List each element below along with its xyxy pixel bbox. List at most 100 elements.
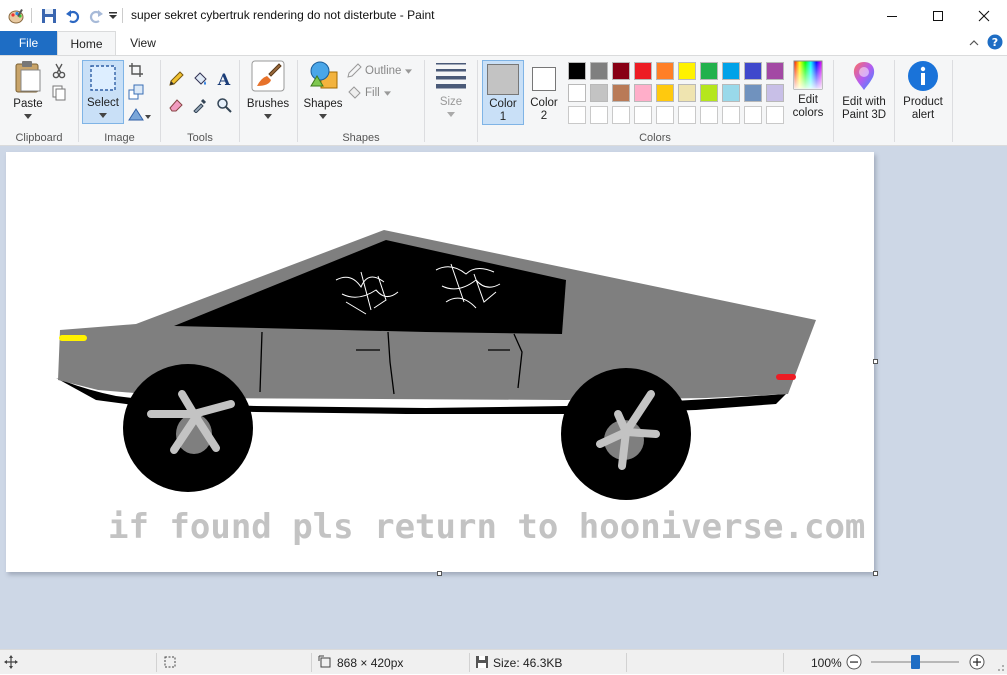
- palette-swatch[interactable]: [612, 84, 630, 102]
- color-wheel-icon: [793, 60, 823, 90]
- select-button[interactable]: Select: [82, 60, 124, 124]
- headlight: [59, 335, 87, 341]
- palette-swatch[interactable]: [700, 62, 718, 80]
- custom-color-slot[interactable]: [656, 106, 674, 124]
- close-button[interactable]: [961, 0, 1007, 31]
- fill-bucket-icon[interactable]: [191, 70, 209, 88]
- resize-icon[interactable]: [127, 83, 145, 101]
- rotate-icon[interactable]: [127, 105, 153, 123]
- custom-color-slot[interactable]: [590, 106, 608, 124]
- maximize-icon: [933, 10, 943, 21]
- title-separator: [31, 8, 32, 23]
- brushes-label: Brushes: [246, 98, 290, 110]
- palette-swatch[interactable]: [568, 84, 586, 102]
- palette-swatch[interactable]: [678, 62, 696, 80]
- palette-swatch[interactable]: [744, 84, 762, 102]
- product-alert-button[interactable]: Product alert: [898, 60, 948, 124]
- color2-button[interactable]: Color 2: [524, 60, 564, 125]
- custom-color-slot[interactable]: [744, 106, 762, 124]
- palette-swatch[interactable]: [656, 84, 674, 102]
- eraser-icon[interactable]: [167, 96, 185, 114]
- group-separator: [894, 60, 895, 142]
- resize-grip-icon[interactable]: [993, 660, 1005, 675]
- size-lines-icon: [436, 63, 466, 89]
- pencil-icon[interactable]: [167, 70, 185, 88]
- palette-swatch[interactable]: [744, 62, 762, 80]
- color1-label: Color: [489, 98, 517, 110]
- palette-swatch[interactable]: [612, 62, 630, 80]
- palette-swatch[interactable]: [678, 84, 696, 102]
- custom-color-slot[interactable]: [568, 106, 586, 124]
- magnifier-icon[interactable]: [215, 96, 233, 114]
- tab-home[interactable]: Home: [57, 31, 116, 56]
- custom-color-slot[interactable]: [678, 106, 696, 124]
- color1-button[interactable]: Color 1: [482, 60, 524, 125]
- cut-icon[interactable]: [50, 62, 68, 80]
- paste-icon: [15, 61, 41, 93]
- canvas-resize-handle-bottom[interactable]: [437, 571, 442, 576]
- customize-chevron-icon[interactable]: [106, 6, 120, 26]
- zoom-slider-track[interactable]: [871, 655, 959, 669]
- status-separator: [156, 653, 157, 672]
- outline-pen-icon: [347, 63, 362, 78]
- canvas-resize-handle-right[interactable]: [873, 359, 878, 364]
- palette-swatch[interactable]: [634, 62, 652, 80]
- palette-swatch[interactable]: [656, 62, 674, 80]
- zoom-slider-thumb[interactable]: [910, 655, 920, 669]
- fill-button[interactable]: Fill: [346, 85, 391, 101]
- crop-icon[interactable]: [127, 61, 145, 79]
- undo-icon[interactable]: [62, 6, 84, 26]
- zoom-out-button[interactable]: [846, 654, 862, 673]
- custom-color-slot[interactable]: [612, 106, 630, 124]
- paste-label: Paste: [13, 98, 43, 110]
- paint-app-icon[interactable]: [6, 6, 28, 26]
- drawing-canvas[interactable]: if found pls return to hooniverse.com: [6, 152, 874, 572]
- custom-color-slot[interactable]: [634, 106, 652, 124]
- shapes-label: Shapes: [303, 98, 343, 110]
- help-icon[interactable]: ?: [987, 34, 1003, 50]
- close-icon: [978, 10, 990, 21]
- save-icon[interactable]: [38, 6, 60, 26]
- product-alert-label-2: alert: [911, 109, 935, 121]
- plus-icon: [969, 654, 985, 670]
- redo-icon[interactable]: [85, 6, 107, 26]
- edit-with-paint3d-button[interactable]: Edit with Paint 3D: [837, 60, 891, 124]
- edit-colors-button[interactable]: Edit colors: [786, 60, 830, 124]
- copy-icon[interactable]: [50, 84, 68, 102]
- canvas-resize-handle-corner[interactable]: [873, 571, 878, 576]
- minimize-button[interactable]: [869, 0, 915, 31]
- tab-view[interactable]: View: [116, 31, 170, 55]
- outline-button[interactable]: Outline: [346, 63, 413, 79]
- minus-icon: [846, 654, 862, 670]
- chevron-down-icon: [264, 114, 272, 119]
- canvas-caption: if found pls return to hooniverse.com: [108, 507, 865, 547]
- palette-swatch[interactable]: [766, 62, 784, 80]
- clipboard-group: Paste Clipboard: [0, 56, 78, 146]
- brushes-button[interactable]: Brushes: [244, 60, 292, 124]
- zoom-in-button[interactable]: [969, 654, 985, 673]
- custom-color-slot[interactable]: [722, 106, 740, 124]
- shapes-group-label: Shapes: [342, 132, 380, 144]
- paste-button[interactable]: Paste: [6, 60, 50, 124]
- text-tool-icon[interactable]: A: [215, 70, 233, 88]
- size-button[interactable]: Size: [429, 60, 473, 124]
- palette-swatch[interactable]: [722, 62, 740, 80]
- maximize-button[interactable]: [915, 0, 961, 31]
- palette-swatch[interactable]: [590, 62, 608, 80]
- select-label: Select: [87, 97, 119, 109]
- custom-color-slot[interactable]: [766, 106, 784, 124]
- palette-swatch[interactable]: [590, 84, 608, 102]
- palette-swatch[interactable]: [568, 62, 586, 80]
- tab-file[interactable]: File: [0, 31, 57, 55]
- palette-swatch[interactable]: [700, 84, 718, 102]
- color-picker-icon[interactable]: [191, 96, 209, 114]
- status-separator: [626, 653, 627, 672]
- palette-swatch[interactable]: [722, 84, 740, 102]
- shapes-group: Shapes Outline Fill Shapes: [298, 56, 424, 146]
- palette-swatch[interactable]: [634, 84, 652, 102]
- custom-color-slot[interactable]: [700, 106, 718, 124]
- edit-colors-label-2: colors: [792, 107, 824, 119]
- collapse-ribbon-icon[interactable]: [966, 36, 982, 50]
- palette-swatch[interactable]: [766, 84, 784, 102]
- shapes-button[interactable]: Shapes: [300, 60, 346, 124]
